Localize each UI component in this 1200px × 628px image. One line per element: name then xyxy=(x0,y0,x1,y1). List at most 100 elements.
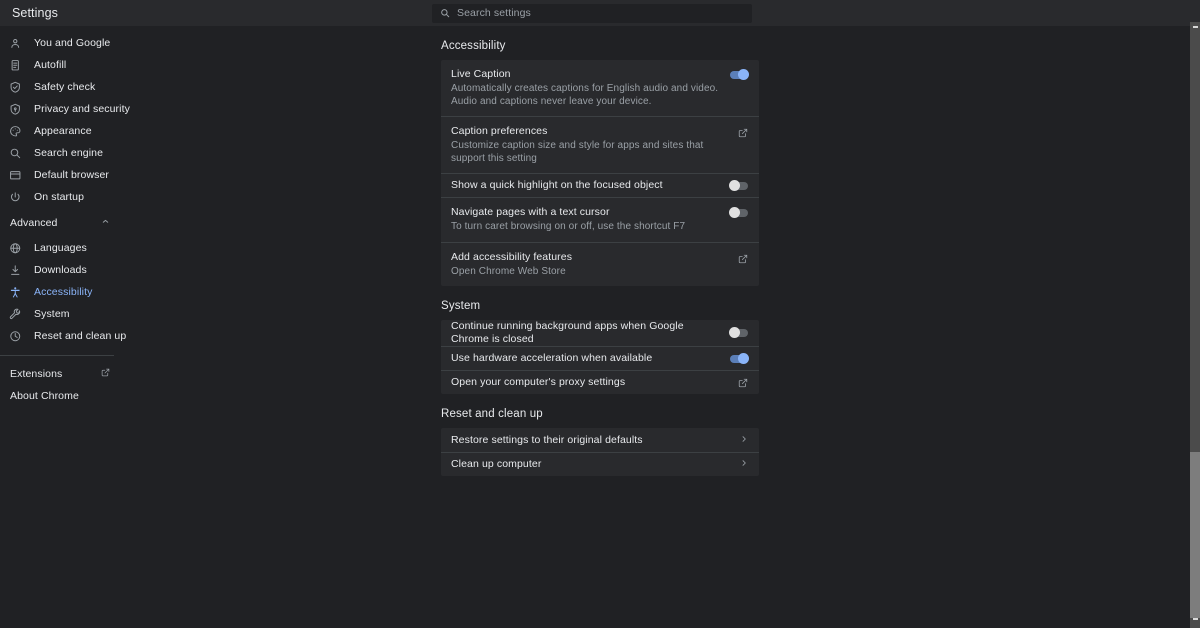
setting-row-proxy-settings[interactable]: Open your computer's proxy settings xyxy=(441,370,759,394)
toggle-hardware-acceleration[interactable] xyxy=(730,355,748,363)
sidebar-item-label: Languages xyxy=(34,242,87,254)
scrollbar-thumb[interactable] xyxy=(1190,452,1200,618)
setting-row-sublabel: Customize caption size and style for app… xyxy=(451,140,728,165)
sidebar-item-on-startup[interactable]: On startup xyxy=(0,186,160,208)
sidebar-item-label: Default browser xyxy=(34,169,109,181)
setting-row-label: Live Caption xyxy=(451,68,720,81)
setting-row-text: Add accessibility features Open Chrome We… xyxy=(451,251,738,279)
settings-card: Restore settings to their original defau… xyxy=(441,428,759,476)
magnifier-icon xyxy=(8,146,22,160)
setting-row-control xyxy=(730,355,748,363)
sidebar-item-system[interactable]: System xyxy=(0,303,160,325)
toggle-knob xyxy=(738,353,749,364)
sidebar-item-privacy-and-security[interactable]: Privacy and security xyxy=(0,98,160,120)
setting-row-text: Live CaptionAutomatically creates captio… xyxy=(451,68,730,108)
setting-row-add-accessibility-features[interactable]: Add accessibility features Open Chrome We… xyxy=(441,242,759,287)
setting-row-label: Show a quick highlight on the focused ob… xyxy=(451,179,720,192)
setting-row-background-apps[interactable]: Continue running background apps when Go… xyxy=(441,320,759,346)
scroll-up-button[interactable] xyxy=(1190,22,1200,32)
setting-row-caption-preferences[interactable]: Caption preferences Customize caption siz… xyxy=(441,116,759,173)
sidebar-item-label: Accessibility xyxy=(34,286,92,298)
setting-row-control xyxy=(738,128,748,138)
sidebar-item-languages[interactable]: Languages xyxy=(0,237,160,259)
setting-row-text: Show a quick highlight on the focused ob… xyxy=(451,179,730,192)
sidebar-item-default-browser[interactable]: Default browser xyxy=(0,164,160,186)
setting-row-label: Clean up computer xyxy=(451,458,730,471)
setting-row-focus-highlight[interactable]: Show a quick highlight on the focused ob… xyxy=(441,173,759,197)
setting-row-sublabel: Open Chrome Web Store xyxy=(451,266,728,279)
external-link-icon[interactable] xyxy=(738,254,748,264)
external-link-icon[interactable] xyxy=(738,378,748,388)
search-placeholder: Search settings xyxy=(457,7,531,19)
sidebar: You and Google Autofill Safety check Privac… xyxy=(0,26,420,628)
page-scrollbar[interactable] xyxy=(1190,0,1200,628)
sidebar-item-extensions[interactable]: Extensions xyxy=(0,363,114,385)
sidebar-item-you-and-google[interactable]: You and Google xyxy=(0,32,160,54)
toggle-knob xyxy=(729,180,740,191)
setting-row-text: Caption preferences Customize caption siz… xyxy=(451,125,738,165)
sidebar-item-about-chrome[interactable]: About Chrome xyxy=(0,385,114,407)
setting-row-control xyxy=(738,254,748,264)
setting-row-hardware-acceleration[interactable]: Use hardware acceleration when available xyxy=(441,346,759,370)
clipboard-icon xyxy=(8,58,22,72)
setting-row-caret-browsing[interactable]: Navigate pages with a text cursorTo turn… xyxy=(441,197,759,242)
setting-row-clean-up-computer[interactable]: Clean up computer xyxy=(441,452,759,476)
toggle-knob xyxy=(729,207,740,218)
setting-row-sublabel: To turn caret browsing on or off, use th… xyxy=(451,221,720,234)
chevron-right-icon[interactable] xyxy=(740,435,748,446)
sidebar-item-label: Appearance xyxy=(34,125,92,137)
setting-row-control xyxy=(740,435,748,446)
palette-icon xyxy=(8,124,22,138)
toggle-focus-highlight[interactable] xyxy=(730,182,748,190)
setting-row-label: Add accessibility features xyxy=(451,251,728,264)
download-icon xyxy=(8,263,22,277)
shield-check-icon xyxy=(8,80,22,94)
sidebar-item-label: On startup xyxy=(34,191,84,203)
sidebar-item-safety-check[interactable]: Safety check xyxy=(0,76,160,98)
setting-row-control xyxy=(730,329,748,337)
sidebar-item-downloads[interactable]: Downloads xyxy=(0,259,160,281)
sidebar-item-reset-and-clean-up[interactable]: Reset and clean up xyxy=(0,325,160,347)
section-title: Reset and clean up xyxy=(441,408,1190,420)
setting-row-live-caption[interactable]: Live CaptionAutomatically creates captio… xyxy=(441,60,759,116)
section-title: Accessibility xyxy=(441,40,1190,52)
sidebar-item-label: Search engine xyxy=(34,147,103,159)
search-icon xyxy=(440,8,450,18)
setting-row-control xyxy=(730,182,748,190)
sidebar-item-label: System xyxy=(34,308,70,320)
sidebar-divider xyxy=(0,355,114,356)
scroll-down-button[interactable] xyxy=(1190,614,1200,624)
setting-row-label: Caption preferences xyxy=(451,125,728,138)
toggle-knob xyxy=(729,327,740,338)
toggle-live-caption[interactable] xyxy=(730,71,748,79)
sidebar-item-about-chrome-label: About Chrome xyxy=(10,390,79,402)
sidebar-item-extensions-label: Extensions xyxy=(10,368,62,380)
setting-row-text: Open your computer's proxy settings xyxy=(451,376,738,389)
sidebar-item-label: Reset and clean up xyxy=(34,330,126,342)
toggle-background-apps[interactable] xyxy=(730,329,748,337)
sidebar-group-advanced-label: Advanced xyxy=(10,217,58,229)
sidebar-item-search-engine[interactable]: Search engine xyxy=(0,142,160,164)
sidebar-item-appearance[interactable]: Appearance xyxy=(0,120,160,142)
sidebar-item-label: Autofill xyxy=(34,59,66,71)
sidebar-item-autofill[interactable]: Autofill xyxy=(0,54,160,76)
browser-window-icon xyxy=(8,168,22,182)
shield-lock-icon xyxy=(8,102,22,116)
sidebar-group-advanced[interactable]: Advanced xyxy=(0,212,114,234)
setting-row-text: Use hardware acceleration when available xyxy=(451,352,730,365)
setting-row-label: Open your computer's proxy settings xyxy=(451,376,728,389)
sidebar-item-label: Safety check xyxy=(34,81,95,93)
sidebar-item-accessibility[interactable]: Accessibility xyxy=(0,281,160,303)
setting-row-label: Restore settings to their original defau… xyxy=(451,434,730,447)
setting-row-control xyxy=(738,378,748,388)
toggle-caret-browsing[interactable] xyxy=(730,209,748,217)
search-input[interactable]: Search settings xyxy=(432,4,752,23)
external-link-icon[interactable] xyxy=(738,128,748,138)
globe-icon xyxy=(8,241,22,255)
person-icon xyxy=(8,36,22,50)
settings-content: Accessibility Live CaptionAutomatically c… xyxy=(420,26,1190,628)
setting-row-restore-defaults[interactable]: Restore settings to their original defau… xyxy=(441,428,759,452)
scrollbar-top-cap xyxy=(1190,0,1200,22)
chevron-right-icon[interactable] xyxy=(740,459,748,470)
external-link-icon xyxy=(101,368,110,380)
